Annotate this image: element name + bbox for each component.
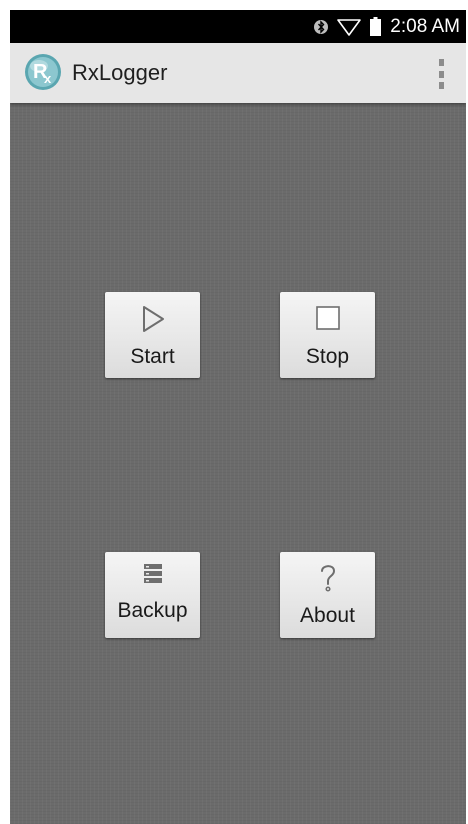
help-icon bbox=[280, 561, 375, 593]
rx-logo-icon[interactable]: R x bbox=[24, 53, 62, 91]
status-icons: 2:08 AM bbox=[314, 10, 460, 43]
status-time: 2:08 AM bbox=[390, 15, 460, 37]
menu-dot bbox=[438, 82, 444, 89]
about-button[interactable]: About bbox=[280, 552, 375, 638]
backup-button[interactable]: Backup bbox=[105, 552, 200, 638]
menu-dot bbox=[438, 59, 444, 66]
action-bar: R x RxLogger bbox=[10, 43, 466, 103]
play-icon bbox=[105, 304, 200, 334]
wifi-icon bbox=[337, 18, 362, 36]
svg-text:x: x bbox=[44, 71, 52, 86]
start-button[interactable]: Start bbox=[105, 292, 200, 378]
app-title: RxLogger bbox=[72, 60, 168, 85]
stop-icon bbox=[280, 305, 375, 331]
menu-dot bbox=[438, 70, 444, 78]
battery-icon bbox=[370, 17, 382, 36]
stop-label: Stop bbox=[305, 345, 350, 368]
main-content: Start Stop Backup About bbox=[10, 103, 466, 824]
app-screen: 2:08 AM R x RxLogger Start Stop Backup A… bbox=[10, 10, 466, 824]
backup-icon bbox=[105, 562, 200, 584]
bluetooth-icon bbox=[314, 18, 329, 36]
overflow-menu-icon[interactable] bbox=[434, 59, 448, 89]
start-label: Start bbox=[130, 345, 175, 368]
backup-label: Backup bbox=[117, 599, 188, 622]
stop-button[interactable]: Stop bbox=[280, 292, 375, 378]
status-bar: 2:08 AM bbox=[10, 10, 466, 43]
about-label: About bbox=[300, 604, 355, 627]
